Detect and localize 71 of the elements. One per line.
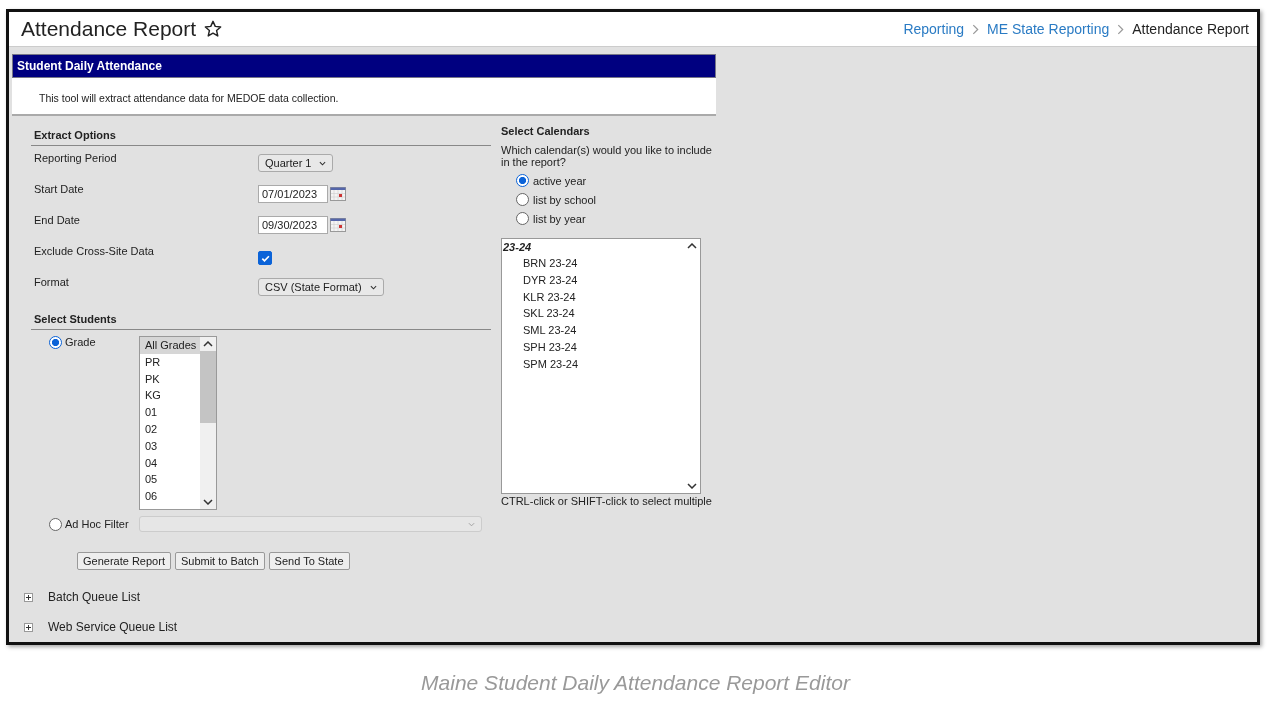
list-item[interactable]: KG: [140, 387, 200, 405]
list-item[interactable]: KLR 23-24: [502, 288, 684, 306]
date-field[interactable]: 07/01/2023: [258, 185, 328, 203]
caret-icon: [319, 160, 327, 166]
breadcrumb-link[interactable]: ME State Reporting: [987, 21, 1110, 37]
scroll-up-icon[interactable]: [687, 243, 697, 249]
radio-label: Ad Hoc Filter: [65, 518, 129, 530]
chevron-icon: [1117, 23, 1125, 35]
list-item[interactable]: BRN 23-24: [502, 255, 684, 272]
page-title: Attendance Report: [21, 17, 197, 41]
list-item[interactable]: SKL 23-24: [502, 305, 684, 323]
action-button[interactable]: Submit to Batch: [174, 552, 265, 570]
list-item[interactable]: 06: [140, 488, 200, 505]
list-item[interactable]: 04: [140, 454, 200, 472]
field-label: Start Date: [33, 182, 85, 197]
grade-list[interactable]: All Grades PR PK KG 01 02 03 04 05 06: [139, 336, 217, 510]
list-group-label: 23-24: [502, 241, 533, 255]
chevron-icon: [972, 23, 980, 35]
list-item[interactable]: PK: [140, 370, 200, 388]
action-button[interactable]: Send To State: [268, 552, 350, 570]
scroll-down-icon[interactable]: [203, 499, 213, 505]
radio-button[interactable]: [49, 336, 62, 349]
action-button[interactable]: Generate Report: [77, 552, 171, 570]
calendar-icon[interactable]: [330, 218, 346, 232]
field-label: Exclude Cross-Site Data: [33, 244, 155, 259]
radio-button[interactable]: [516, 193, 529, 206]
field-label: Reporting Period: [33, 151, 118, 166]
breadcrumb-link[interactable]: Reporting: [903, 21, 965, 37]
list-item[interactable]: 03: [140, 437, 200, 455]
panel-title-bar: Student Daily Attendance: [12, 54, 716, 78]
list-item[interactable]: SPM 23-24: [502, 355, 684, 373]
scroll-down-icon[interactable]: [687, 483, 697, 489]
calendar-list[interactable]: 23-24 BRN 23-24 DYR 23-24 KLR 23-24 SKL 23-24 SML 23-24 SPH 23-24 SPM 23-24: [501, 238, 701, 494]
radio-label: list by school: [533, 193, 596, 206]
question-text: Which calendar(s) would you like to include in the report?: [501, 144, 713, 168]
list-item[interactable]: All Grades: [140, 337, 200, 354]
breadcrumb-current: Attendance Report: [1132, 21, 1249, 37]
scrollbar[interactable]: [200, 337, 216, 509]
date-field[interactable]: 09/30/2023: [258, 216, 328, 234]
list-item[interactable]: 01: [140, 404, 200, 421]
list-item[interactable]: 02: [140, 421, 200, 438]
hint-text: CTRL-click or SHIFT-click to select multiple: [501, 495, 713, 507]
field-label: End Date: [33, 213, 81, 228]
list-item[interactable]: SPH 23-24: [502, 339, 684, 356]
list-item[interactable]: DYR 23-24: [502, 271, 684, 289]
list-item[interactable]: SML 23-24: [502, 322, 684, 339]
section-heading: Extract Options: [31, 124, 491, 146]
section-heading: Select Calendars: [501, 124, 591, 137]
checkbox[interactable]: [258, 251, 272, 265]
radio-label: Grade: [65, 336, 96, 348]
queue-link[interactable]: Web Service Queue List: [48, 620, 178, 634]
list-item[interactable]: 05: [140, 471, 200, 489]
radio-button[interactable]: [516, 174, 529, 187]
caret-icon: [468, 521, 475, 527]
field-label: Format: [33, 275, 70, 290]
radio-button[interactable]: [516, 212, 529, 225]
radio-label: list by year: [533, 212, 586, 225]
radio-label: active year: [533, 174, 587, 187]
caret-icon: [369, 284, 377, 290]
dropdown[interactable]: Quarter 1: [258, 154, 334, 172]
list-item[interactable]: PR: [140, 353, 200, 371]
scroll-up-icon[interactable]: [203, 341, 213, 347]
section-heading: Select Students: [31, 308, 491, 330]
caption-text: Maine Student Daily Attendance Report Editor: [420, 671, 852, 695]
calendar-icon[interactable]: [330, 187, 346, 201]
queue-link[interactable]: Batch Queue List: [48, 590, 141, 604]
dropdown[interactable]: CSV (State Format): [258, 278, 384, 296]
star-icon[interactable]: [204, 20, 223, 38]
expand-icon[interactable]: [24, 622, 33, 632]
expand-icon[interactable]: [24, 592, 33, 602]
description-text: This tool will extract attendance data for MEDOE data collection.: [39, 92, 339, 104]
